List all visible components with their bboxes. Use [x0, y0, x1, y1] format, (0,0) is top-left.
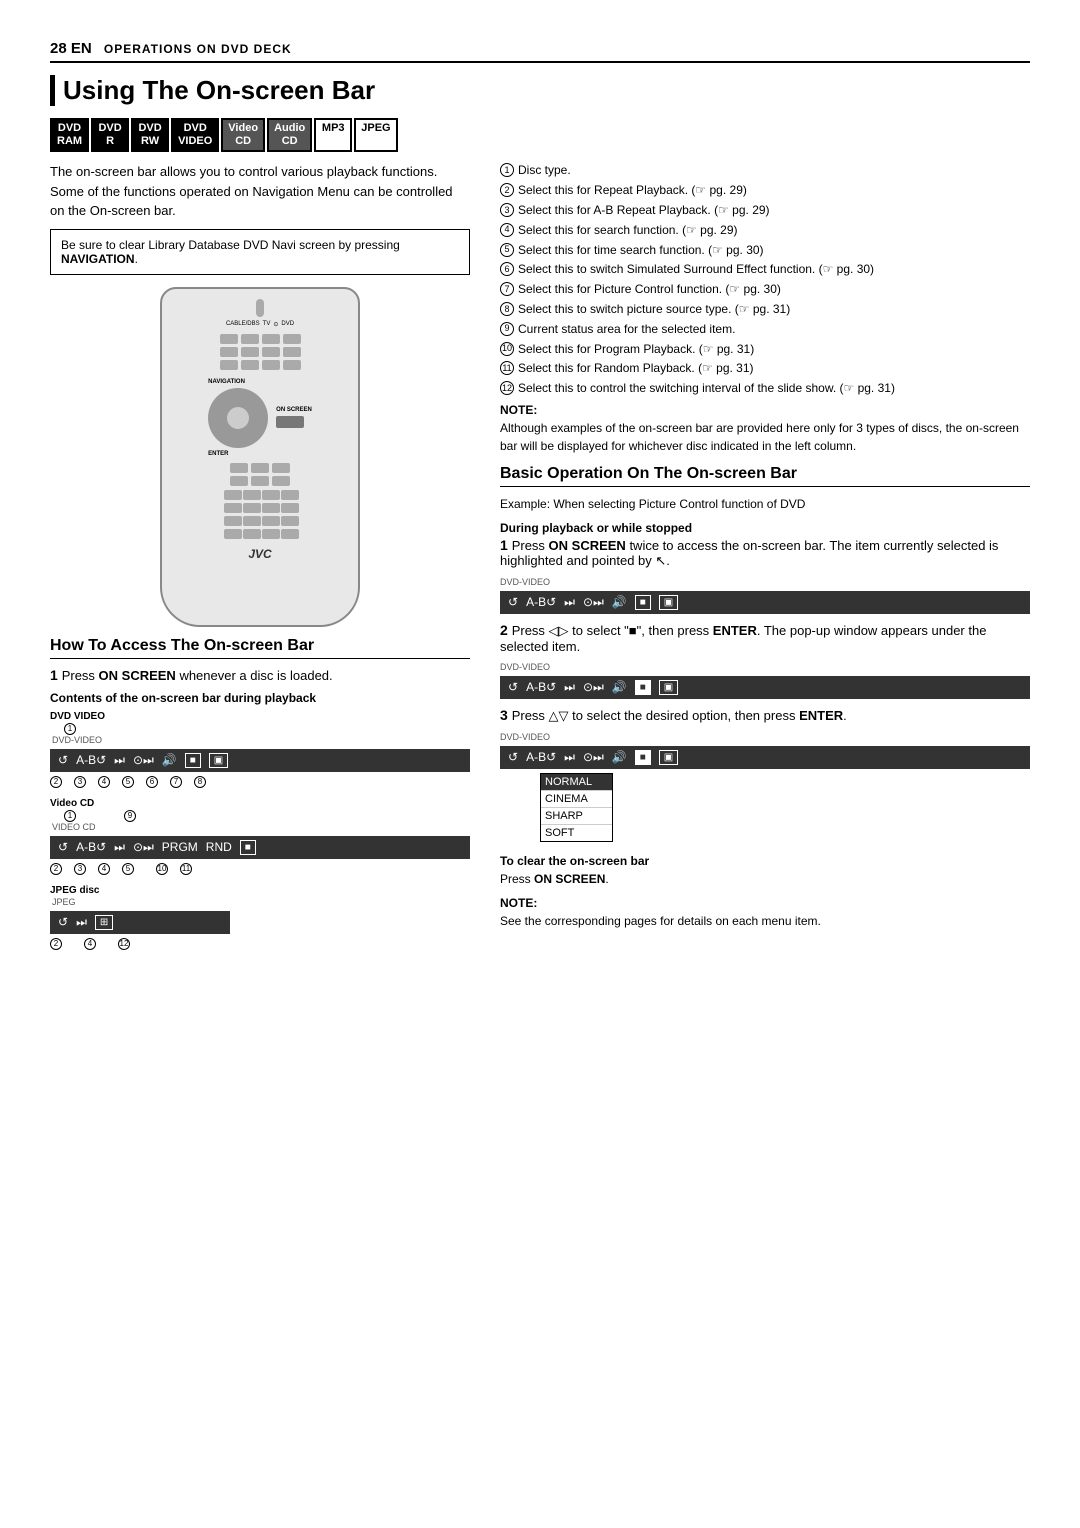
- jpeg-annotations: 2 4 12: [50, 938, 470, 950]
- clear-label: To clear the on-screen bar: [500, 854, 1030, 868]
- list-item-4: 4 Select this for search function. (☞ pg…: [500, 222, 1030, 239]
- list-item-3: 3 Select this for A-B Repeat Playback. (…: [500, 202, 1030, 219]
- basic-op-bar2: ↺ A-B↺ ⏭ ⊙⏭ 🔊 ■ ▣: [500, 676, 1030, 699]
- dvd-video-label: DVD VIDEO: [50, 711, 470, 722]
- list-item-11: 11 Select this for Random Playback. (☞ p…: [500, 360, 1030, 377]
- note-text-1: Although examples of the on-screen bar a…: [500, 419, 1030, 455]
- disc-badges: DVDRAM DVDR DVDRW DVDVIDEO VideoCD Audio…: [50, 118, 1030, 152]
- popup-option-sharp: SHARP: [541, 808, 612, 825]
- remote-body: CABLE/DBSTV⊙DVD NAVIGATION: [160, 287, 360, 627]
- basic-op-example: Example: When selecting Picture Control …: [500, 495, 1030, 513]
- badge-dvd-ram: DVDRAM: [50, 118, 89, 152]
- dvd-video-annotations: 2 3 4 5 6 7 8: [50, 776, 470, 788]
- jpeg-disc-section: JPEG disc JPEG ↺ ⏭ ⊞ 2 4 12: [50, 885, 470, 950]
- page-header: 28 EN OPERATIONS ON DVD DECK: [50, 40, 1030, 63]
- video-cd-bar: ↺ A-B↺ ⏭ ⊙⏭ PRGM RND ■: [50, 836, 470, 859]
- bar2-label: DVD-VIDEO: [500, 662, 1030, 672]
- page-number: 28: [50, 40, 67, 57]
- badge-dvd-video: DVDVIDEO: [171, 118, 219, 152]
- how-to-step1: 1 Press ON SCREEN whenever a disc is loa…: [50, 667, 470, 683]
- annotation-1: 1: [64, 723, 76, 735]
- basic-step3: 3 Press △▽ to select the desired option,…: [500, 707, 1030, 724]
- popup-option-soft: SOFT: [541, 825, 612, 841]
- page-lang: EN: [67, 40, 96, 57]
- list-item-9: 9 Current status area for the selected i…: [500, 321, 1030, 338]
- jpeg-disc-label: JPEG disc: [50, 885, 470, 896]
- badge-audio-cd: AudioCD: [267, 118, 312, 152]
- jpeg-bar: ↺ ⏭ ⊞: [50, 911, 230, 934]
- bar3-label: DVD-VIDEO: [500, 732, 1030, 742]
- dvd-video-section: DVD VIDEO 1 DVD-VIDEO ↺ A-B↺ ⏭ ⊙⏭ 🔊 ■ ▣ …: [50, 711, 470, 788]
- clear-text: Press ON SCREEN.: [500, 870, 1030, 888]
- list-item-5: 5 Select this for time search function. …: [500, 242, 1030, 259]
- during-label: During playback or while stopped: [500, 521, 1030, 535]
- basic-step2: 2 Press ◁▷ to select "■", then press ENT…: [500, 622, 1030, 654]
- list-item-10: 10 Select this for Program Playback. (☞ …: [500, 341, 1030, 358]
- basic-op-bar1: ↺ A-B↺ ⏭ ⊙⏭ 🔊 ■ ▣: [500, 591, 1030, 614]
- basic-op-bar3: ↺ A-B↺ ⏭ ⊙⏭ 🔊 ■ ▣: [500, 746, 1030, 769]
- note-label-1: NOTE:: [500, 403, 1030, 417]
- section-title: OPERATIONS ON DVD DECK: [104, 42, 292, 56]
- notice-box: Be sure to clear Library Database DVD Na…: [50, 229, 470, 275]
- list-item-2: 2 Select this for Repeat Playback. (☞ pg…: [500, 182, 1030, 199]
- intro-text: The on-screen bar allows you to control …: [50, 162, 470, 221]
- list-item-7: 7 Select this for Picture Control functi…: [500, 281, 1030, 298]
- how-to-section-title: How To Access The On-screen Bar: [50, 637, 470, 659]
- note-text-2: See the corresponding pages for details …: [500, 912, 1030, 930]
- video-cd-label: Video CD: [50, 798, 470, 809]
- note-label-2: NOTE:: [500, 896, 1030, 910]
- video-cd-annotations: 2 3 4 5 10 11: [50, 863, 470, 875]
- video-cd-section: Video CD 1 9 VIDEO CD ↺ A-B↺ ⏭ ⊙⏭ PRGM R…: [50, 798, 470, 875]
- popup-option-normal: NORMAL: [541, 774, 612, 791]
- list-item-6: 6 Select this to switch Simulated Surrou…: [500, 261, 1030, 278]
- badge-jpeg: JPEG: [354, 118, 397, 152]
- remote-illustration: CABLE/DBSTV⊙DVD NAVIGATION: [50, 287, 470, 627]
- dvd-video-bar: ↺ A-B↺ ⏭ ⊙⏭ 🔊 ■ ▣: [50, 749, 470, 772]
- badge-mp3: MP3: [314, 118, 352, 152]
- list-item-12: 12 Select this to control the switching …: [500, 380, 1030, 397]
- feature-list: 1 Disc type. 2 Select this for Repeat Pl…: [500, 162, 1030, 397]
- list-item-1: 1 Disc type.: [500, 162, 1030, 179]
- basic-op-title: Basic Operation On The On-screen Bar: [500, 465, 1030, 487]
- bar1-label: DVD-VIDEO: [500, 577, 1030, 587]
- badge-dvd-r: DVDR: [91, 118, 129, 152]
- page-title: Using The On-screen Bar: [50, 75, 1030, 106]
- badge-dvd-rw: DVDRW: [131, 118, 169, 152]
- basic-step1: 1 Press ON SCREEN twice to access the on…: [500, 537, 1030, 569]
- popup-options: NORMAL CINEMA SHARP SOFT: [540, 773, 613, 842]
- badge-video-cd: VideoCD: [221, 118, 265, 152]
- contents-label: Contents of the on-screen bar during pla…: [50, 691, 470, 705]
- popup-option-cinema: CINEMA: [541, 791, 612, 808]
- list-item-8: 8 Select this to switch picture source t…: [500, 301, 1030, 318]
